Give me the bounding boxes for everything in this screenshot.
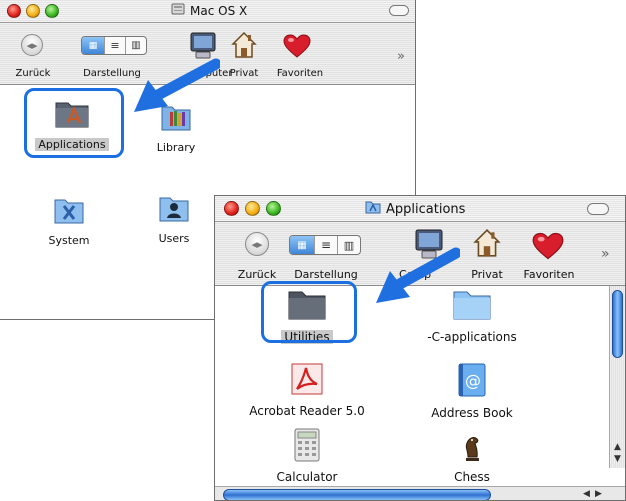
- app-calculator[interactable]: Calculator: [267, 428, 347, 485]
- applications-folder-icon: [365, 200, 381, 218]
- favorites-button[interactable]: [282, 34, 312, 60]
- computer-icon: [190, 32, 216, 59]
- list-view-button[interactable]: ≡: [105, 37, 126, 54]
- app-acrobat-reader[interactable]: Acrobat Reader 5.0: [237, 362, 377, 419]
- view-label: Darstellung: [294, 268, 358, 281]
- pointer-arrow-icon: [376, 247, 460, 303]
- acrobat-reader-icon: [291, 363, 323, 395]
- home-label: Privat: [229, 68, 259, 79]
- icon-view-button[interactable]: ▦: [82, 37, 105, 54]
- title-bar[interactable]: Applications: [215, 196, 625, 222]
- icon-view-button[interactable]: ▦: [290, 236, 315, 254]
- window-title-text: Mac OS X: [190, 3, 248, 18]
- item-label: -C-applications: [427, 330, 517, 344]
- back-button[interactable]: ◂▸: [21, 34, 43, 56]
- finder-window-applications: Applications ◂▸ Zurück ▦ ≡ ▥ Darstellung…: [214, 195, 626, 501]
- scroll-down-arrow-icon[interactable]: ▼: [614, 454, 621, 464]
- window-controls: [7, 4, 59, 18]
- svg-text:@: @: [465, 371, 481, 390]
- heart-icon: [283, 34, 311, 58]
- scroll-left-arrow-icon[interactable]: ◀: [583, 489, 590, 499]
- back-label: Zurück: [237, 268, 277, 281]
- home-button[interactable]: [229, 31, 259, 61]
- view-segmented-control: ▦ ≡ ▥: [289, 235, 361, 255]
- app-address-book[interactable]: @ Address Book: [412, 362, 532, 421]
- disk-icon: [171, 3, 185, 18]
- scroll-up-arrow-icon[interactable]: ▲: [614, 442, 621, 452]
- vertical-scrollbar[interactable]: ▲ ▼: [609, 286, 625, 468]
- favorites-label: Favoriten: [276, 68, 324, 79]
- zoom-button[interactable]: [45, 4, 59, 18]
- column-view-button[interactable]: ▥: [126, 37, 146, 54]
- close-button[interactable]: [7, 4, 21, 18]
- favorites-button[interactable]: [531, 232, 565, 262]
- chess-icon: [465, 437, 479, 461]
- toolbar-toggle-button[interactable]: [389, 5, 409, 16]
- item-label: Chess: [454, 470, 490, 484]
- horizontal-scroll-thumb[interactable]: [223, 489, 491, 500]
- home-label: Privat: [471, 268, 503, 281]
- window-title: Mac OS X: [171, 3, 247, 18]
- toolbar-overflow-icon[interactable]: »: [397, 49, 405, 64]
- folder-users[interactable]: Users: [149, 193, 199, 246]
- item-label: Address Book: [431, 406, 513, 420]
- list-view-button[interactable]: ≡: [315, 236, 338, 254]
- home-button[interactable]: [471, 228, 503, 262]
- calculator-icon: [294, 428, 320, 462]
- system-folder-icon: [54, 199, 84, 224]
- window-title: Applications: [365, 200, 465, 218]
- item-label: Library: [156, 141, 196, 154]
- toolbar-toggle-button[interactable]: [587, 203, 609, 215]
- address-book-icon: @: [458, 363, 486, 397]
- back-button[interactable]: ◂▸: [245, 232, 269, 256]
- scroll-right-arrow-icon[interactable]: ▶: [595, 489, 602, 499]
- close-button[interactable]: [224, 201, 239, 216]
- back-label: Zurück: [15, 68, 51, 79]
- item-label: Calculator: [276, 470, 338, 484]
- view-segmented-control: ▦ ≡ ▥: [81, 36, 147, 55]
- item-label: Users: [158, 232, 190, 245]
- window-controls: [224, 201, 281, 216]
- vertical-scroll-thumb[interactable]: [612, 290, 623, 358]
- applications-highlight-ring: [24, 88, 124, 158]
- toolbar-overflow-icon[interactable]: »: [601, 246, 610, 262]
- title-bar[interactable]: Mac OS X: [0, 0, 415, 23]
- utilities-highlight-ring: [261, 281, 357, 343]
- computer-button[interactable]: [184, 31, 222, 61]
- column-view-button[interactable]: ▥: [338, 236, 360, 254]
- horizontal-scrollbar[interactable]: ◀ ▶: [215, 486, 625, 500]
- back-icon: ◂▸: [26, 38, 38, 52]
- home-icon: [231, 31, 257, 58]
- minimize-button[interactable]: [26, 4, 40, 18]
- item-label: Acrobat Reader 5.0: [249, 404, 365, 418]
- item-label: System: [48, 234, 90, 247]
- back-icon: ◂▸: [251, 237, 263, 251]
- pointer-arrow-icon: [134, 58, 220, 112]
- minimize-button[interactable]: [245, 201, 260, 216]
- folder-system[interactable]: System: [39, 195, 99, 248]
- favorites-label: Favoriten: [523, 268, 575, 281]
- heart-icon: [532, 232, 564, 260]
- home-icon: [473, 229, 501, 257]
- zoom-button[interactable]: [266, 201, 281, 216]
- app-chess[interactable]: Chess: [437, 430, 507, 485]
- window-title-text: Applications: [386, 201, 466, 217]
- users-folder-icon: [159, 197, 189, 222]
